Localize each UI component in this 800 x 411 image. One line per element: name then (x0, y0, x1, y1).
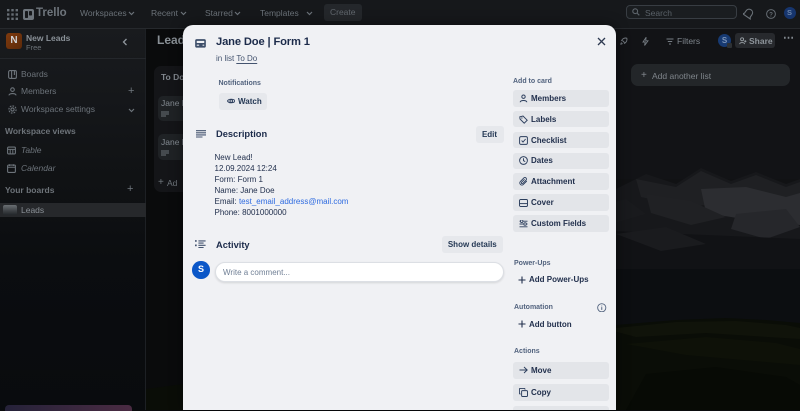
svg-text:?: ? (769, 11, 773, 18)
